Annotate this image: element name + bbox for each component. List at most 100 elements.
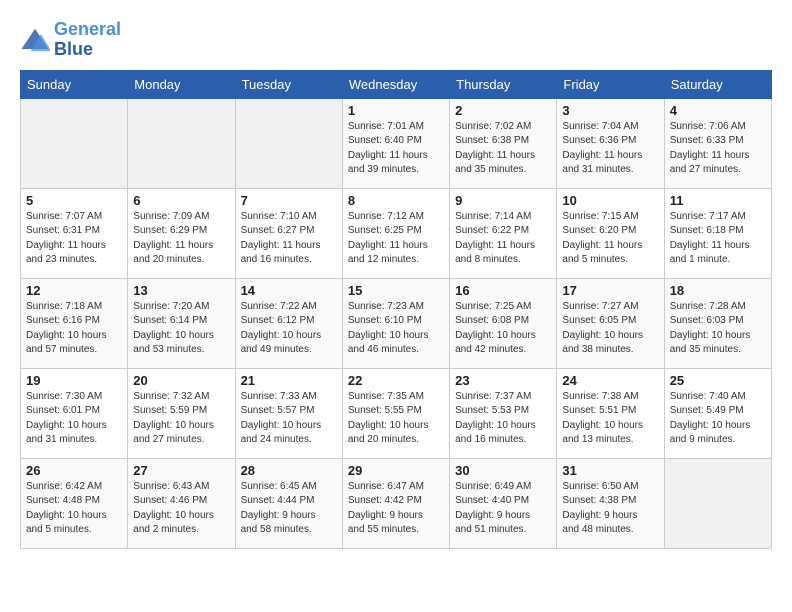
- day-number: 25: [670, 373, 766, 388]
- weekday-header-row: SundayMondayTuesdayWednesdayThursdayFrid…: [21, 70, 772, 98]
- day-number: 4: [670, 103, 766, 118]
- calendar-cell: 26 Sunrise: 6:42 AM Sunset: 4:48 PM Dayli…: [21, 458, 128, 548]
- calendar-cell: 1Sunrise: 7:01 AM Sunset: 6:40 PM Daylig…: [342, 98, 449, 188]
- logo-text: General Blue: [54, 20, 121, 60]
- cell-content: Sunrise: 7:09 AM Sunset: 6:29 PM Dayligh…: [133, 210, 229, 268]
- day-number: 6: [133, 193, 229, 208]
- calendar-cell: 24Sunrise: 7:38 AM Sunset: 5:51 PM Dayli…: [557, 368, 664, 458]
- day-number: 2: [455, 103, 551, 118]
- cell-content: Sunrise: 7:07 AM Sunset: 6:31 PM Dayligh…: [26, 210, 122, 268]
- cell-content: Sunrise: 7:12 AM Sunset: 6:25 PM Dayligh…: [348, 210, 444, 268]
- calendar-cell: 7 Sunrise: 7:10 AM Sunset: 6:27 PM Daylig…: [235, 188, 342, 278]
- day-number: 12: [26, 283, 122, 298]
- logo: General Blue: [20, 20, 121, 60]
- calendar-cell: [21, 98, 128, 188]
- day-number: 23: [455, 373, 551, 388]
- cell-content: Sunrise: 7:17 AM Sunset: 6:18 PM Dayligh…: [670, 210, 766, 268]
- calendar-cell: 15 Sunrise: 7:23 AM Sunset: 6:10 PM Dayli…: [342, 278, 449, 368]
- day-number: 19: [26, 373, 122, 388]
- day-number: 17: [562, 283, 658, 298]
- calendar-cell: 18Sunrise: 7:28 AM Sunset: 6:03 PM Dayli…: [664, 278, 771, 368]
- calendar-cell: 9 Sunrise: 7:14 AM Sunset: 6:22 PM Daylig…: [450, 188, 557, 278]
- day-number: 26: [26, 463, 122, 478]
- calendar-cell: 4 Sunrise: 7:06 AM Sunset: 6:33 PM Daylig…: [664, 98, 771, 188]
- cell-content: Sunrise: 6:42 AM Sunset: 4:48 PM Dayligh…: [26, 480, 122, 538]
- calendar-cell: 28 Sunrise: 6:45 AM Sunset: 4:44 PM Dayli…: [235, 458, 342, 548]
- calendar-cell: 6 Sunrise: 7:09 AM Sunset: 6:29 PM Daylig…: [128, 188, 235, 278]
- day-number: 20: [133, 373, 229, 388]
- cell-content: Sunrise: 6:50 AM Sunset: 4:38 PM Dayligh…: [562, 480, 658, 538]
- calendar-cell: 27 Sunrise: 6:43 AM Sunset: 4:46 PM Dayli…: [128, 458, 235, 548]
- calendar-cell: 10 Sunrise: 7:15 AM Sunset: 6:20 PM Dayli…: [557, 188, 664, 278]
- day-number: 10: [562, 193, 658, 208]
- calendar-cell: 19 Sunrise: 7:30 AM Sunset: 6:01 PM Dayli…: [21, 368, 128, 458]
- day-number: 11: [670, 193, 766, 208]
- day-number: 16: [455, 283, 551, 298]
- page-header: General Blue: [20, 20, 772, 60]
- day-number: 9: [455, 193, 551, 208]
- cell-content: Sunrise: 7:15 AM Sunset: 6:20 PM Dayligh…: [562, 210, 658, 268]
- calendar-cell: 30 Sunrise: 6:49 AM Sunset: 4:40 PM Dayli…: [450, 458, 557, 548]
- cell-content: Sunrise: 7:37 AM Sunset: 5:53 PM Dayligh…: [455, 390, 551, 448]
- day-number: 28: [241, 463, 337, 478]
- weekday-header-saturday: Saturday: [664, 70, 771, 98]
- day-number: 22: [348, 373, 444, 388]
- cell-content: Sunrise: 7:10 AM Sunset: 6:27 PM Dayligh…: [241, 210, 337, 268]
- weekday-header-sunday: Sunday: [21, 70, 128, 98]
- calendar-week-row: 19 Sunrise: 7:30 AM Sunset: 6:01 PM Dayli…: [21, 368, 772, 458]
- cell-content: Sunrise: 7:18 AM Sunset: 6:16 PM Dayligh…: [26, 300, 122, 358]
- weekday-header-thursday: Thursday: [450, 70, 557, 98]
- cell-content: Sunrise: 6:45 AM Sunset: 4:44 PM Dayligh…: [241, 480, 337, 538]
- calendar-cell: 23 Sunrise: 7:37 AM Sunset: 5:53 PM Dayli…: [450, 368, 557, 458]
- day-number: 13: [133, 283, 229, 298]
- calendar-cell: 25 Sunrise: 7:40 AM Sunset: 5:49 PM Dayli…: [664, 368, 771, 458]
- day-number: 3: [562, 103, 658, 118]
- cell-content: Sunrise: 7:02 AM Sunset: 6:38 PM Dayligh…: [455, 120, 551, 178]
- day-number: 14: [241, 283, 337, 298]
- day-number: 24: [562, 373, 658, 388]
- day-number: 27: [133, 463, 229, 478]
- calendar-cell: 22 Sunrise: 7:35 AM Sunset: 5:55 PM Dayli…: [342, 368, 449, 458]
- day-number: 8: [348, 193, 444, 208]
- calendar-cell: 3 Sunrise: 7:04 AM Sunset: 6:36 PM Daylig…: [557, 98, 664, 188]
- calendar-cell: 2 Sunrise: 7:02 AM Sunset: 6:38 PM Daylig…: [450, 98, 557, 188]
- calendar-week-row: 1Sunrise: 7:01 AM Sunset: 6:40 PM Daylig…: [21, 98, 772, 188]
- weekday-header-tuesday: Tuesday: [235, 70, 342, 98]
- weekday-header-monday: Monday: [128, 70, 235, 98]
- cell-content: Sunrise: 6:47 AM Sunset: 4:42 PM Dayligh…: [348, 480, 444, 538]
- cell-content: Sunrise: 7:33 AM Sunset: 5:57 PM Dayligh…: [241, 390, 337, 448]
- cell-content: Sunrise: 7:25 AM Sunset: 6:08 PM Dayligh…: [455, 300, 551, 358]
- cell-content: Sunrise: 6:49 AM Sunset: 4:40 PM Dayligh…: [455, 480, 551, 538]
- cell-content: Sunrise: 7:06 AM Sunset: 6:33 PM Dayligh…: [670, 120, 766, 178]
- day-number: 15: [348, 283, 444, 298]
- calendar-cell: 16 Sunrise: 7:25 AM Sunset: 6:08 PM Dayli…: [450, 278, 557, 368]
- cell-content: Sunrise: 7:35 AM Sunset: 5:55 PM Dayligh…: [348, 390, 444, 448]
- calendar-cell: 20Sunrise: 7:32 AM Sunset: 5:59 PM Dayli…: [128, 368, 235, 458]
- day-number: 5: [26, 193, 122, 208]
- day-number: 1: [348, 103, 444, 118]
- cell-content: Sunrise: 7:40 AM Sunset: 5:49 PM Dayligh…: [670, 390, 766, 448]
- cell-content: Sunrise: 7:30 AM Sunset: 6:01 PM Dayligh…: [26, 390, 122, 448]
- cell-content: Sunrise: 7:28 AM Sunset: 6:03 PM Dayligh…: [670, 300, 766, 358]
- calendar-table: SundayMondayTuesdayWednesdayThursdayFrid…: [20, 70, 772, 549]
- day-number: 21: [241, 373, 337, 388]
- weekday-header-wednesday: Wednesday: [342, 70, 449, 98]
- cell-content: Sunrise: 7:04 AM Sunset: 6:36 PM Dayligh…: [562, 120, 658, 178]
- calendar-week-row: 12 Sunrise: 7:18 AM Sunset: 6:16 PM Dayli…: [21, 278, 772, 368]
- calendar-cell: 29 Sunrise: 6:47 AM Sunset: 4:42 PM Dayli…: [342, 458, 449, 548]
- calendar-cell: 12 Sunrise: 7:18 AM Sunset: 6:16 PM Dayli…: [21, 278, 128, 368]
- day-number: 29: [348, 463, 444, 478]
- cell-content: Sunrise: 7:27 AM Sunset: 6:05 PM Dayligh…: [562, 300, 658, 358]
- calendar-cell: 8 Sunrise: 7:12 AM Sunset: 6:25 PM Daylig…: [342, 188, 449, 278]
- cell-content: Sunrise: 7:14 AM Sunset: 6:22 PM Dayligh…: [455, 210, 551, 268]
- calendar-week-row: 5 Sunrise: 7:07 AM Sunset: 6:31 PM Daylig…: [21, 188, 772, 278]
- calendar-cell: [235, 98, 342, 188]
- day-number: 30: [455, 463, 551, 478]
- day-number: 7: [241, 193, 337, 208]
- cell-content: Sunrise: 7:23 AM Sunset: 6:10 PM Dayligh…: [348, 300, 444, 358]
- cell-content: Sunrise: 6:43 AM Sunset: 4:46 PM Dayligh…: [133, 480, 229, 538]
- cell-content: Sunrise: 7:20 AM Sunset: 6:14 PM Dayligh…: [133, 300, 229, 358]
- calendar-cell: 31Sunrise: 6:50 AM Sunset: 4:38 PM Dayli…: [557, 458, 664, 548]
- calendar-cell: [664, 458, 771, 548]
- calendar-cell: [128, 98, 235, 188]
